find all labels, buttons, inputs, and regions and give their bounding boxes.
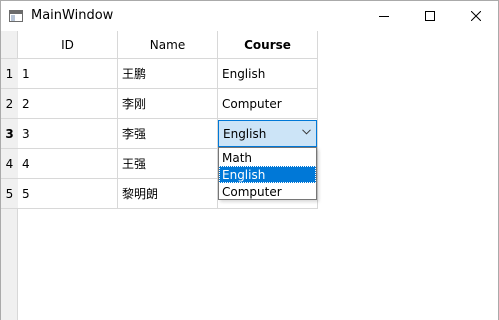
row-header-1[interactable]: 1 (1, 59, 18, 89)
table-cell-name[interactable]: 李强 (118, 119, 218, 149)
column-header-name[interactable]: Name (118, 31, 218, 59)
table-cell-course[interactable]: English (218, 59, 318, 89)
table-cell-name[interactable]: 王强 (118, 149, 218, 179)
column-header-id[interactable]: ID (18, 31, 118, 59)
chevron-down-icon[interactable] (302, 129, 311, 135)
minimize-button[interactable] (361, 1, 407, 31)
course-dropdown-list: Math English Computer (218, 147, 317, 200)
table-cell-name[interactable]: 王鹏 (118, 59, 218, 89)
table-cell-name[interactable]: 李刚 (118, 89, 218, 119)
dropdown-option-math[interactable]: Math (219, 149, 316, 166)
table-cell-id[interactable]: 2 (18, 89, 118, 119)
main-window: MainWindow ID Name Course 1 2 3 4 5 1 王鹏… (0, 0, 499, 320)
close-icon (471, 11, 481, 21)
course-combobox[interactable]: English (218, 120, 317, 147)
app-window-icon (9, 10, 23, 22)
table-cell-id[interactable]: 4 (18, 149, 118, 179)
table-cell-name[interactable]: 黎明朗 (118, 179, 218, 209)
row-header-2[interactable]: 2 (1, 89, 18, 119)
row-header-5[interactable]: 5 (1, 179, 18, 209)
table-cell-id[interactable]: 1 (18, 59, 118, 89)
window-title: MainWindow (31, 8, 114, 23)
row-header-3[interactable]: 3 (1, 119, 18, 149)
maximize-icon (425, 11, 435, 21)
minimize-icon (379, 16, 389, 17)
title-bar[interactable]: MainWindow (1, 1, 498, 31)
column-header-course[interactable]: Course (218, 31, 318, 59)
dropdown-option-english[interactable]: English (219, 166, 316, 183)
table-cell-id[interactable]: 3 (18, 119, 118, 149)
table-corner-button[interactable] (1, 31, 18, 59)
dropdown-option-computer[interactable]: Computer (219, 183, 316, 200)
table-cell-id[interactable]: 5 (18, 179, 118, 209)
combobox-value: English (223, 126, 267, 141)
row-header-4[interactable]: 4 (1, 149, 18, 179)
table-view[interactable]: ID Name Course 1 2 3 4 5 1 王鹏 English 2 … (1, 31, 498, 320)
table-cell-course[interactable]: Computer (218, 89, 318, 119)
close-button[interactable] (453, 1, 499, 31)
maximize-button[interactable] (407, 1, 453, 31)
